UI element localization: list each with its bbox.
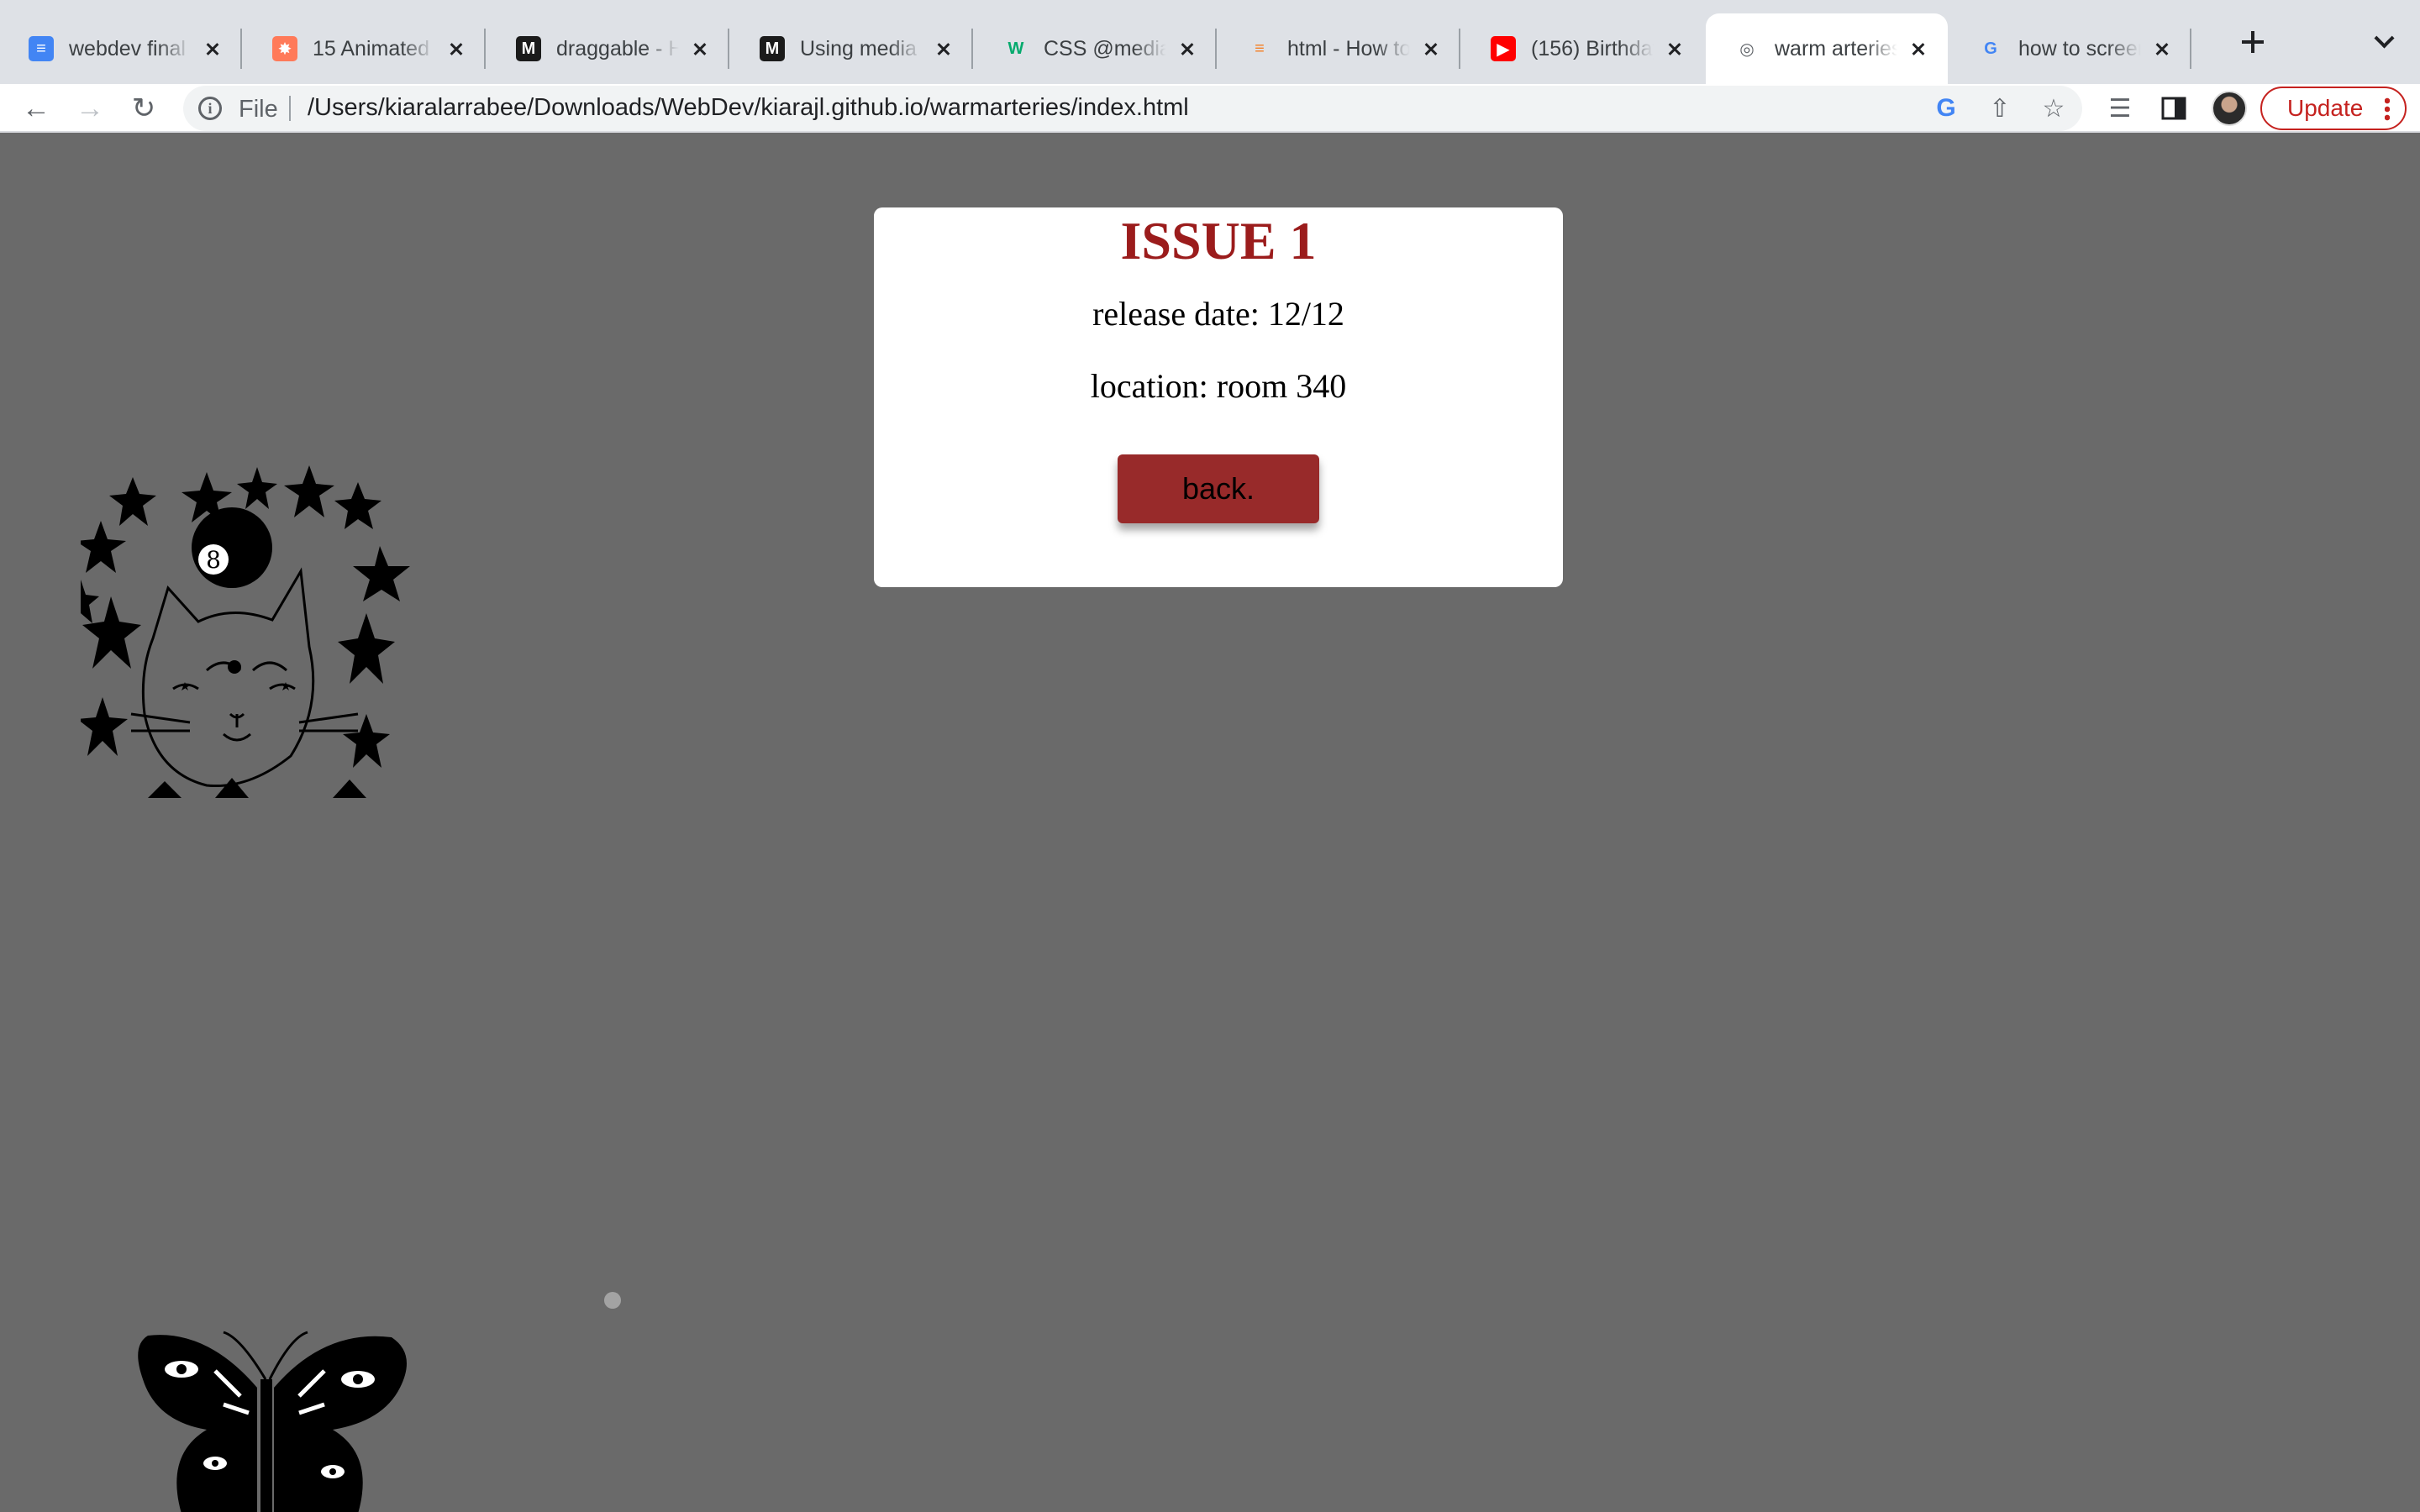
tab-close-icon[interactable]: [1418, 36, 1444, 61]
back-button[interactable]: back.: [1118, 454, 1319, 523]
browser-tab[interactable]: ▶ (156) Birthday: [1462, 13, 1704, 84]
page-viewport: ISSUE 1 release date: 12/12 location: ro…: [0, 133, 2420, 1512]
tab-close-icon[interactable]: [2149, 36, 2175, 61]
update-label: Update: [2287, 95, 2364, 121]
google-docs-icon: ≡: [29, 36, 54, 61]
scheme-divider: [289, 96, 291, 121]
youtube-icon: ▶: [1491, 36, 1516, 61]
tab-close-icon[interactable]: [1662, 36, 1687, 61]
tab-separator: [2190, 29, 2191, 69]
tab-search-chevron-icon[interactable]: [2371, 29, 2396, 54]
tab-title: how to screen: [2018, 36, 2141, 61]
tab-close-icon[interactable]: [1175, 36, 1200, 61]
url-scheme-label: File: [239, 96, 278, 123]
browser-tab[interactable]: ✸ 15 Animated C: [244, 13, 486, 84]
browser-tab[interactable]: W CSS @media R: [975, 13, 1217, 84]
mdn-icon: M: [760, 36, 785, 61]
browser-tab[interactable]: ◎ warm arteries: [1706, 13, 1948, 84]
tab-close-icon[interactable]: [931, 36, 956, 61]
media-playlist-icon[interactable]: ☰: [2101, 89, 2139, 128]
update-button[interactable]: Update: [2260, 87, 2407, 130]
svg-text:8: 8: [206, 546, 221, 574]
tab-separator: [728, 29, 729, 69]
mdn-icon: M: [516, 36, 541, 61]
info-icon[interactable]: i: [198, 97, 222, 120]
tab-title: warm arteries: [1775, 36, 1897, 61]
stackoverflow-icon: ≡: [1255, 39, 1265, 58]
tab-close-icon[interactable]: [1906, 36, 1931, 61]
release-date-text: release date: 12/12: [1092, 295, 1344, 333]
issue-modal: ISSUE 1 release date: 12/12 location: ro…: [874, 207, 1563, 587]
tab-title: 15 Animated C: [313, 36, 435, 61]
browser-tab[interactable]: ≡ webdev final -: [0, 13, 242, 84]
cursor-dot: [604, 1292, 621, 1309]
tab-title: CSS @media R: [1044, 36, 1166, 61]
google-lens-icon[interactable]: G: [1931, 93, 1961, 123]
tab-close-icon[interactable]: [687, 36, 713, 61]
tab-separator: [484, 29, 486, 69]
bookmark-star-icon[interactable]: ☆: [2039, 93, 2069, 123]
back-arrow-icon[interactable]: ←: [17, 89, 55, 128]
tab-separator: [240, 29, 242, 69]
tab-strip: ≡ webdev final - ✸ 15 Animated C Mdraggable…: [0, 0, 2420, 84]
browser-tab[interactable]: ≡ html - How to: [1218, 13, 1460, 84]
tab-close-icon[interactable]: [444, 36, 469, 61]
tab-title: html - How to: [1287, 36, 1410, 61]
tab-separator: [1459, 29, 1460, 69]
address-bar[interactable]: i File /Users/kiaralarrabee/Downloads/We…: [183, 86, 2082, 131]
forward-arrow-icon[interactable]: →: [71, 89, 109, 128]
profile-avatar[interactable]: [2212, 91, 2247, 126]
side-panel-icon[interactable]: [2154, 89, 2193, 128]
browser-toolbar: ← → ↻ i File /Users/kiaralarrabee/Downlo…: [0, 84, 2420, 133]
issue-title: ISSUE 1: [1120, 211, 1317, 270]
more-menu-icon[interactable]: [2385, 97, 2390, 122]
tab-close-icon[interactable]: [200, 36, 225, 61]
tab-title: (156) Birthday: [1531, 36, 1654, 61]
google-icon: G: [1984, 39, 1997, 58]
reload-icon[interactable]: ↻: [124, 89, 163, 128]
tab-title: draggable - H: [556, 36, 679, 61]
cat-eight-ball-sticker[interactable]: 8: [81, 462, 417, 800]
browser-tab[interactable]: M Using media q: [731, 13, 973, 84]
tab-title: Using media q: [800, 36, 923, 61]
tab-separator: [1215, 29, 1217, 69]
url-text[interactable]: /Users/kiaralarrabee/Downloads/WebDev/ki…: [308, 94, 1189, 122]
butterfly-sticker[interactable]: [131, 1329, 417, 1512]
tab-separator: [971, 29, 973, 69]
tab-title: webdev final -: [69, 36, 192, 61]
share-icon[interactable]: ⇧: [1985, 93, 2015, 123]
browser-tab[interactable]: Ghow to screen: [1949, 13, 2191, 84]
browser-tab[interactable]: Mdraggable - H: [487, 13, 729, 84]
location-text: location: room 340: [1090, 367, 1347, 405]
globe-icon: ◎: [1739, 39, 1754, 59]
hubspot-icon: ✸: [272, 36, 297, 61]
new-tab-button[interactable]: [2235, 22, 2269, 62]
w3schools-icon: W: [1007, 39, 1024, 58]
